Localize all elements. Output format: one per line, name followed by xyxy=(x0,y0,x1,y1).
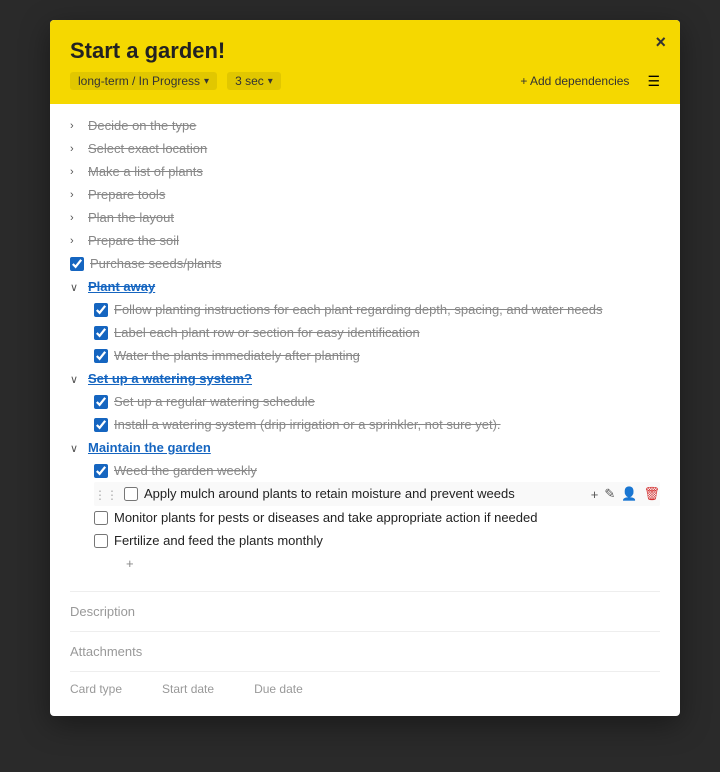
card-info-section: Card type Start date Due date xyxy=(70,671,660,696)
expand-arrow-icon[interactable]: › xyxy=(70,189,82,201)
task-checkbox[interactable] xyxy=(70,257,84,271)
card-type-label: Card type xyxy=(70,682,122,696)
task-item: › Plan the layout xyxy=(70,206,660,229)
task-label: Plan the layout xyxy=(88,210,174,225)
add-subtask-button[interactable]: + xyxy=(126,552,660,575)
task-item-active: ⋮⋮ Apply mulch around plants to retain m… xyxy=(94,482,660,506)
chevron-down-icon: ▾ xyxy=(204,76,209,87)
expand-arrow-icon[interactable]: › xyxy=(70,120,82,132)
modal-header: Start a garden! × long-term / In Progres… xyxy=(50,20,680,104)
section-subtasks: Weed the garden weekly ⋮⋮ Apply mulch ar… xyxy=(94,459,660,575)
task-item: Label each plant row or section for easy… xyxy=(94,321,660,344)
task-label: Water the plants immediately after plant… xyxy=(114,348,360,363)
task-checkbox[interactable] xyxy=(94,418,108,432)
description-label: Description xyxy=(70,604,660,619)
collapse-arrow-icon[interactable]: ∨ xyxy=(70,281,82,294)
due-date-label: Due date xyxy=(254,682,303,696)
task-actions: + ✎ 👤 🗑 xyxy=(591,486,660,502)
attachments-section: Attachments xyxy=(70,631,660,659)
delete-icon[interactable]: 🗑 xyxy=(643,486,660,502)
task-label: Prepare tools xyxy=(88,187,165,202)
task-label: Fertilize and feed the plants monthly xyxy=(114,533,323,548)
modal-meta: long-term / In Progress ▾ 3 sec ▾ + Add … xyxy=(70,72,660,90)
add-subtask-icon[interactable]: + xyxy=(591,487,599,502)
task-label: Purchase seeds/plants xyxy=(90,256,222,271)
task-label: Prepare the soil xyxy=(88,233,179,248)
expand-arrow-icon[interactable]: › xyxy=(70,166,82,178)
modal-title: Start a garden! xyxy=(70,38,660,64)
task-item: › Prepare tools xyxy=(70,183,660,206)
task-item: Set up a regular watering schedule xyxy=(94,390,660,413)
section-subtasks: Follow planting instructions for each pl… xyxy=(94,298,660,367)
chevron-down-icon: ▾ xyxy=(268,76,273,87)
attachments-label: Attachments xyxy=(70,644,660,659)
task-label: Make a list of plants xyxy=(88,164,203,179)
section-label: Set up a watering system? xyxy=(88,371,252,386)
task-item: › Make a list of plants xyxy=(70,160,660,183)
section-header: ∨ Maintain the garden xyxy=(70,436,660,459)
task-checkbox[interactable] xyxy=(94,349,108,363)
task-checkbox[interactable] xyxy=(94,511,108,525)
task-item: Fertilize and feed the plants monthly xyxy=(94,529,660,552)
task-item: Water the plants immediately after plant… xyxy=(94,344,660,367)
section-subtasks: Set up a regular watering schedule Insta… xyxy=(94,390,660,436)
task-checkbox[interactable] xyxy=(94,326,108,340)
task-label: Decide on the type xyxy=(88,118,196,133)
task-item: Weed the garden weekly xyxy=(94,459,660,482)
task-checkbox[interactable] xyxy=(124,487,138,501)
section-header: ∨ Set up a watering system? xyxy=(70,367,660,390)
expand-arrow-icon[interactable]: › xyxy=(70,235,82,247)
modal-container: Start a garden! × long-term / In Progres… xyxy=(50,20,680,716)
section-label: Maintain the garden xyxy=(88,440,211,455)
task-item: › Decide on the type xyxy=(70,114,660,137)
task-checkbox[interactable] xyxy=(94,303,108,317)
drag-handle-icon[interactable]: ⋮⋮ xyxy=(94,488,118,502)
task-label: Monitor plants for pests or diseases and… xyxy=(114,510,537,525)
assign-user-icon[interactable]: 👤 xyxy=(621,486,637,502)
task-label: Install a watering system (drip irrigati… xyxy=(114,417,501,432)
task-item: › Prepare the soil xyxy=(70,229,660,252)
task-label: Follow planting instructions for each pl… xyxy=(114,302,603,317)
section-label: Plant away xyxy=(88,279,155,294)
task-item: › Select exact location xyxy=(70,137,660,160)
close-button[interactable]: × xyxy=(655,32,666,53)
task-checkbox[interactable] xyxy=(94,534,108,548)
status-badge[interactable]: long-term / In Progress ▾ xyxy=(70,72,217,90)
task-item: Install a watering system (drip irrigati… xyxy=(94,413,660,436)
collapse-arrow-icon[interactable]: ∨ xyxy=(70,373,82,386)
task-checkbox[interactable] xyxy=(94,464,108,478)
edit-icon[interactable]: ✎ xyxy=(604,486,615,502)
modal-body: › Decide on the type › Select exact loca… xyxy=(50,104,680,716)
time-badge[interactable]: 3 sec ▾ xyxy=(227,72,281,90)
task-checkbox[interactable] xyxy=(94,395,108,409)
section-header: ∨ Plant away xyxy=(70,275,660,298)
task-item: Purchase seeds/plants xyxy=(70,252,660,275)
task-label: Label each plant row or section for easy… xyxy=(114,325,420,340)
task-label: Apply mulch around plants to retain mois… xyxy=(144,486,515,501)
collapse-arrow-icon[interactable]: ∨ xyxy=(70,442,82,455)
hamburger-icon[interactable]: ☰ xyxy=(647,73,660,90)
expand-arrow-icon[interactable]: › xyxy=(70,212,82,224)
task-item: Follow planting instructions for each pl… xyxy=(94,298,660,321)
description-section: Description xyxy=(70,591,660,619)
task-item: Monitor plants for pests or diseases and… xyxy=(94,506,660,529)
task-label: Weed the garden weekly xyxy=(114,463,257,478)
task-label: Select exact location xyxy=(88,141,207,156)
expand-arrow-icon[interactable]: › xyxy=(70,143,82,155)
add-dependencies-button[interactable]: + Add dependencies xyxy=(520,74,629,88)
start-date-label: Start date xyxy=(162,682,214,696)
task-label: Set up a regular watering schedule xyxy=(114,394,315,409)
